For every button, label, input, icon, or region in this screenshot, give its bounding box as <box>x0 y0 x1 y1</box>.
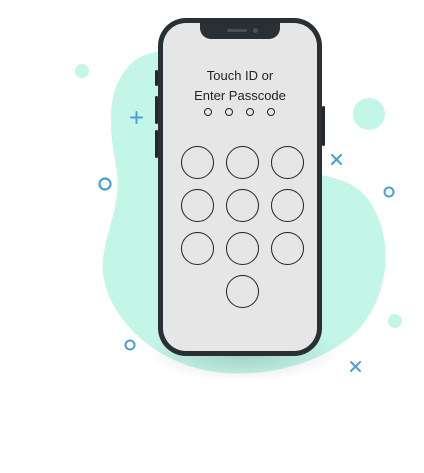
keypad-key-7[interactable] <box>181 232 214 265</box>
passcode-dot <box>204 108 212 116</box>
small-mint-circle <box>75 64 89 78</box>
ring-icon <box>124 339 136 351</box>
keypad-key-3[interactable] <box>271 146 304 179</box>
plus-icon <box>130 111 143 124</box>
mint-circle-right <box>388 314 402 328</box>
passcode-dot <box>246 108 254 116</box>
power-button <box>322 106 325 146</box>
phone-notch <box>200 23 280 39</box>
passcode-prompt: Touch ID or Enter Passcode <box>163 66 317 106</box>
illustration-stage: Touch ID or Enter Passcode <box>0 0 424 473</box>
keypad-key-0[interactable] <box>226 275 259 308</box>
keypad-key-4[interactable] <box>181 189 214 222</box>
cross-icon <box>331 154 342 165</box>
passcode-dot <box>267 108 275 116</box>
ring-icon <box>383 186 395 198</box>
keypad-key-2[interactable] <box>226 146 259 179</box>
passcode-dot <box>225 108 233 116</box>
ring-icon <box>98 177 112 191</box>
prompt-line-2: Enter Passcode <box>194 88 286 103</box>
keypad-key-5[interactable] <box>226 189 259 222</box>
cross-icon <box>350 361 361 372</box>
large-mint-circle <box>353 98 385 130</box>
keypad-key-8[interactable] <box>226 232 259 265</box>
speaker-icon <box>227 29 247 32</box>
passcode-indicator <box>204 108 276 117</box>
phone-device: Touch ID or Enter Passcode <box>158 18 322 356</box>
camera-icon <box>253 28 258 33</box>
keypad-key-9[interactable] <box>271 232 304 265</box>
keypad-key-1[interactable] <box>181 146 214 179</box>
prompt-line-1: Touch ID or <box>206 68 274 83</box>
keypad-key-6[interactable] <box>271 189 304 222</box>
lock-screen: Touch ID or Enter Passcode <box>163 23 317 351</box>
